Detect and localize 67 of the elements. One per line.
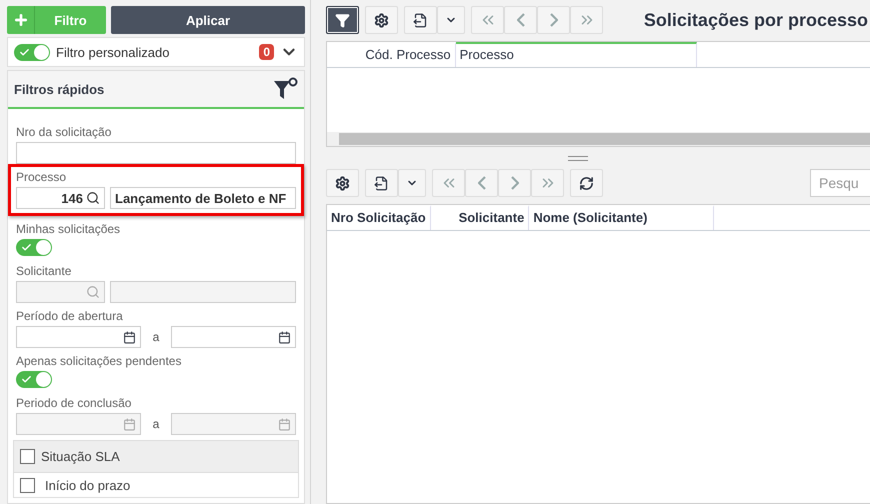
- range-separator: a: [152, 330, 160, 344]
- next-page-button[interactable]: [498, 169, 531, 197]
- page-title: Solicitações por processo: [644, 10, 869, 30]
- calendar-icon[interactable]: [278, 330, 291, 344]
- checkbox[interactable]: [20, 449, 35, 464]
- toggle-switch[interactable]: [16, 371, 52, 388]
- field-label: Apenas solicitações pendentes: [16, 354, 182, 368]
- chevron-icon: [516, 13, 524, 27]
- field-label: Nro da solicitação: [16, 125, 112, 139]
- filter-button[interactable]: [326, 6, 359, 34]
- checkbox-label: Situação SLA: [41, 449, 120, 464]
- settings-icon: [374, 12, 389, 28]
- name-field[interactable]: Lançamento de Boleto e NF: [110, 187, 296, 209]
- refresh-button[interactable]: [570, 169, 603, 197]
- search-field[interactable]: Pesqu: [810, 169, 870, 197]
- plus-icon: [12, 12, 28, 28]
- splitter-handle[interactable]: [568, 156, 588, 160]
- field-label: Período de abertura: [16, 309, 124, 323]
- column-header[interactable]: Nro Solicitação: [327, 205, 431, 230]
- refresh-icon: [579, 176, 594, 190]
- panel-title: Filtros rápidos: [14, 82, 104, 96]
- field-label: Processo: [16, 170, 68, 184]
- last-page-button[interactable]: [570, 6, 603, 34]
- column-header[interactable]: Cód. Processo: [327, 42, 456, 67]
- chevron-icon: [550, 13, 558, 27]
- scrollbar[interactable]: [339, 133, 870, 145]
- previous-page-button[interactable]: [504, 6, 537, 34]
- range-separator: a: [152, 417, 160, 431]
- first-page-button[interactable]: [432, 169, 465, 197]
- settings-icon: [335, 176, 350, 190]
- date-field[interactable]: [171, 413, 296, 435]
- date-field[interactable]: [171, 326, 296, 348]
- check-icon: [19, 46, 30, 58]
- custom-filter-label: Filtro personalizado: [56, 44, 170, 60]
- check-icon: [21, 242, 32, 253]
- previous-page-button[interactable]: [465, 169, 498, 197]
- toggle-switch[interactable]: [14, 44, 50, 60]
- field-label: Periodo de conclusão: [16, 396, 132, 410]
- field-label: Minhas solicitações: [16, 222, 122, 236]
- checkbox[interactable]: [20, 478, 35, 492]
- filter-icon: [335, 12, 350, 28]
- column-header[interactable]: Nome (Solicitante): [529, 205, 714, 230]
- input-field[interactable]: [16, 142, 296, 164]
- checkbox-label: Início do prazo: [45, 478, 130, 492]
- date-field[interactable]: [16, 326, 141, 348]
- chevron-icon: [478, 176, 486, 190]
- settings-button[interactable]: [365, 6, 398, 34]
- chevron-icon: [510, 176, 518, 190]
- apply-button[interactable]: Aplicar: [111, 6, 305, 34]
- document-icon: [413, 12, 428, 28]
- column-header[interactable]: Solicitante: [430, 205, 530, 230]
- filter-clear-icon[interactable]: [272, 76, 298, 102]
- code-field[interactable]: 146: [16, 187, 105, 209]
- toggle-switch[interactable]: [16, 239, 52, 256]
- next-page-button[interactable]: [537, 6, 570, 34]
- column-header[interactable]: Processo: [456, 42, 697, 67]
- last-page-button[interactable]: [531, 169, 564, 197]
- count-badge: 0: [259, 44, 274, 60]
- settings-button[interactable]: [326, 169, 359, 197]
- export-button[interactable]: [365, 169, 398, 197]
- first-page-button[interactable]: [471, 6, 504, 34]
- export-button[interactable]: [404, 6, 437, 34]
- field-label: Solicitante: [16, 264, 72, 278]
- check-icon: [21, 374, 32, 385]
- calendar-icon[interactable]: [123, 330, 136, 344]
- document-icon: [374, 176, 389, 190]
- search-icon[interactable]: [86, 191, 100, 205]
